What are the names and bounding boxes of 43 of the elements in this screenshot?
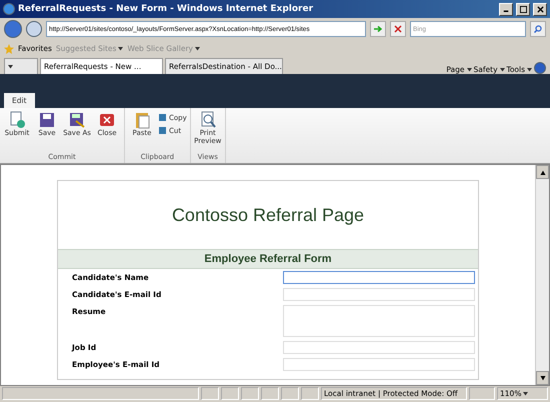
floppy-disk-pencil-icon bbox=[68, 111, 86, 129]
scrollbar[interactable] bbox=[535, 165, 549, 385]
window-title: ReferralRequests - New Form - Windows Internet Explorer bbox=[18, 4, 314, 14]
quick-tabs-button[interactable] bbox=[4, 58, 38, 74]
status-pane bbox=[241, 387, 259, 400]
form-title: Contosso Referral Page bbox=[170, 204, 366, 227]
close-icon bbox=[98, 111, 116, 129]
section-heading: Employee Referral Form bbox=[58, 249, 478, 269]
status-pane bbox=[221, 387, 239, 400]
document-globe-icon bbox=[8, 111, 26, 129]
caret-icon bbox=[118, 46, 124, 50]
forward-button[interactable] bbox=[26, 21, 42, 37]
go-button[interactable] bbox=[370, 21, 386, 37]
status-pane bbox=[261, 387, 279, 400]
back-button[interactable] bbox=[4, 20, 22, 38]
browser-logo-icon bbox=[3, 3, 15, 15]
search-icon bbox=[534, 25, 542, 33]
maximize-button[interactable] bbox=[516, 2, 530, 16]
input-field[interactable] bbox=[283, 271, 475, 284]
close-icon bbox=[536, 6, 544, 12]
scroll-down-icon bbox=[540, 376, 546, 380]
caret-icon bbox=[523, 392, 528, 396]
status-pane bbox=[301, 387, 319, 400]
caret-icon bbox=[466, 68, 472, 72]
magnifier-page-icon bbox=[198, 111, 217, 129]
arrow-right-icon bbox=[374, 25, 382, 33]
caret-icon bbox=[8, 64, 13, 68]
scroll-up-icon bbox=[540, 170, 546, 174]
close-button[interactable] bbox=[533, 2, 547, 16]
caret-icon bbox=[500, 68, 505, 72]
minimize-button[interactable] bbox=[499, 2, 513, 16]
clipboard-icon bbox=[133, 111, 151, 129]
maximize-icon bbox=[520, 6, 526, 12]
status-pane bbox=[281, 387, 299, 400]
search-button[interactable] bbox=[530, 21, 546, 37]
status-pane bbox=[201, 387, 219, 400]
caret-icon bbox=[194, 46, 200, 50]
close-icon bbox=[394, 25, 402, 33]
stop-button[interactable] bbox=[390, 21, 406, 37]
help-icon[interactable] bbox=[534, 62, 546, 74]
caret-icon bbox=[527, 68, 532, 72]
star-icon bbox=[4, 44, 14, 54]
status-pane bbox=[469, 387, 495, 400]
